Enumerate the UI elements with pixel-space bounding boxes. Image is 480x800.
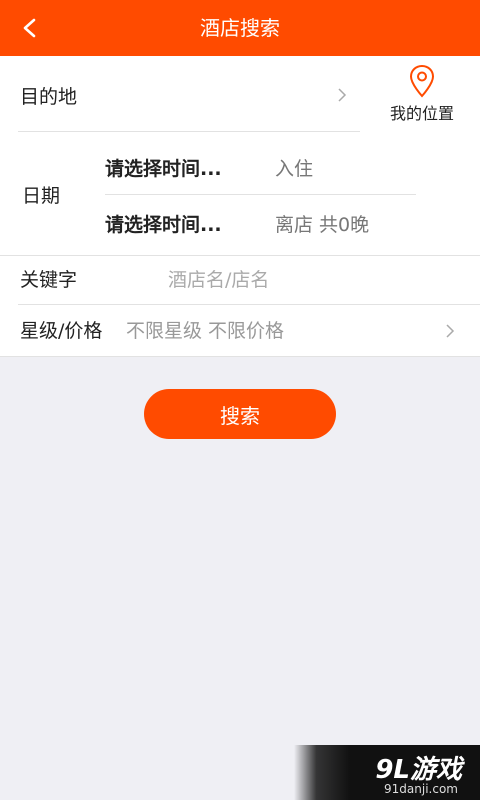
search-button[interactable]: 搜索 [144,389,336,439]
search-form: 目的地 我的位置 日期 请选择时间... 入住 请选择时间... 离店 共0晚 … [0,56,480,357]
page-title: 酒店搜索 [200,16,280,40]
divider [18,304,480,305]
my-location-button[interactable]: 我的位置 [376,64,468,134]
keyword-input[interactable] [168,262,458,298]
location-pin-icon [409,64,435,98]
star-price-value: 不限星级 不限价格 [126,320,285,342]
divider [18,131,360,132]
destination-row[interactable]: 目的地 [0,56,360,132]
keyword-label: 关键字 [20,269,78,291]
chevron-right-icon [338,88,347,102]
my-location-label: 我的位置 [389,104,454,123]
star-price-label: 星级/价格 [20,320,103,342]
checkout-date-value: 请选择时间... [105,214,222,236]
checkin-date-value: 请选择时间... [105,158,222,180]
watermark-logo: 9L游戏 [375,755,462,785]
date-label: 日期 [22,185,61,207]
star-price-row[interactable]: 星级/价格 不限星级 不限价格 [0,306,480,356]
destination-label: 目的地 [20,86,78,108]
chevron-right-icon [446,324,455,338]
checkin-label: 入住 [275,158,314,180]
checkout-date-picker[interactable]: 请选择时间... 离店 共0晚 [105,199,416,251]
divider [0,356,480,357]
watermark: 9L游戏 91danji.com [294,745,480,800]
top-bar: 酒店搜索 [0,0,480,56]
checkout-label: 离店 共0晚 [275,214,370,236]
divider [105,194,416,195]
watermark-url: 91danji.com [384,782,458,796]
checkin-date-picker[interactable]: 请选择时间... 入住 [105,143,416,195]
